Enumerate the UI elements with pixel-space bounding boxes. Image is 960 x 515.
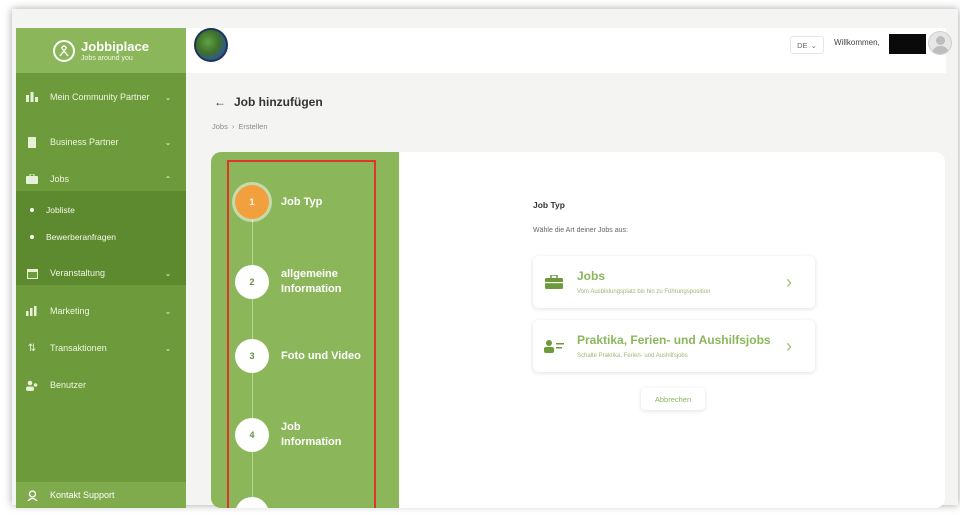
job-wizard-card: 1 Job Typ 2 allgemeine Information 3 Fot… — [211, 152, 945, 508]
community-icon — [26, 92, 38, 103]
logo[interactable]: Jobbiplace Jobs around you — [16, 28, 186, 73]
brand-subtitle: Jobs around you — [81, 54, 133, 62]
chevron-down-icon: ⌄ — [810, 40, 817, 50]
cancel-button[interactable]: Abbrechen — [641, 388, 705, 410]
sidebar-subitem-label: Bewerberanfragen — [46, 232, 116, 242]
sidebar-item-label: Veranstaltung — [50, 268, 106, 278]
bullet-icon — [30, 235, 34, 239]
brand-title: Jobbiplace — [81, 38, 149, 54]
contact-support-label: Kontakt Support — [50, 490, 115, 500]
sidebar-item-transaktionen[interactable]: ⇅ Transaktionen ⌄ — [16, 342, 186, 354]
content-title: Job Typ — [533, 200, 565, 210]
welcome-text: Willkommen, — [834, 38, 880, 47]
sidebar-item-label: Business Partner — [50, 137, 119, 147]
breadcrumb-item[interactable]: Jobs — [212, 122, 228, 131]
sidebar-item-benutzer[interactable]: Benutzer — [16, 379, 186, 391]
organisation-avatar[interactable] — [194, 28, 228, 62]
language-value: DE — [797, 40, 808, 50]
chart-icon — [26, 306, 38, 317]
sidebar-item-marketing[interactable]: Marketing ⌄ — [16, 305, 186, 317]
sidebar-subitem-jobliste[interactable]: Jobliste — [30, 205, 75, 215]
option-praktika-ferien-aushilfsjobs[interactable]: Praktika, Ferien- und Aushilfsjobs Schal… — [533, 320, 815, 372]
option-description: Vom Ausbildungsplatz bis hin zu Führungs… — [577, 289, 711, 295]
breadcrumb-item: Erstellen — [238, 122, 268, 131]
chevron-up-icon: ⌃ — [164, 174, 172, 184]
sidebar-subitem-label: Jobliste — [46, 205, 75, 215]
users-icon — [26, 380, 38, 391]
transfer-icon: ⇅ — [27, 342, 37, 354]
sidebar-item-label: Mein Community Partner — [50, 92, 150, 102]
sidebar-subitem-bewerberanfragen[interactable]: Bewerberanfragen — [30, 232, 116, 242]
sidebar-item-community-partner[interactable]: Mein Community Partner ⌄ — [16, 91, 186, 103]
support-icon — [26, 489, 38, 501]
chevron-down-icon: ⌄ — [164, 268, 172, 278]
option-title: Praktika, Ferien- und Aushilfsjobs — [577, 333, 771, 347]
option-description: Schalte Praktika, Ferien- und Aushilfsjo… — [577, 353, 688, 359]
redacted-username — [889, 34, 926, 54]
stepper-highlight-box — [227, 160, 376, 508]
content-subtitle: Wähle die Art deiner Jobs aus: — [533, 227, 628, 234]
person-card-icon — [543, 337, 565, 355]
sidebar-item-label: Benutzer — [50, 380, 87, 390]
language-select[interactable]: DE ⌄ — [790, 36, 824, 54]
sidebar-item-label: Transaktionen — [50, 343, 107, 353]
option-title: Jobs — [577, 269, 606, 283]
breadcrumb: Jobs › Erstellen — [212, 122, 268, 131]
briefcase-icon — [26, 174, 38, 185]
top-header: DE ⌄ Willkommen, — [186, 28, 952, 73]
back-arrow-icon[interactable]: ← — [214, 95, 226, 109]
option-jobs[interactable]: Jobs Vom Ausbildungsplatz bis hin zu Füh… — [533, 256, 815, 308]
page-title-text: Job hinzufügen — [234, 95, 323, 109]
contact-support-button[interactable]: Kontakt Support — [16, 482, 186, 508]
sidebar: Jobbiplace Jobs around you Mein Communit… — [16, 28, 186, 508]
building-icon — [26, 136, 38, 148]
chevron-down-icon: ⌄ — [164, 306, 172, 316]
page-title: ← Job hinzufügen — [214, 95, 323, 109]
wizard-stepper: 1 Job Typ 2 allgemeine Information 3 Fot… — [211, 152, 399, 508]
sidebar-item-label: Marketing — [50, 306, 90, 316]
jobbiplace-logo-icon — [53, 39, 76, 62]
sidebar-item-veranstaltung[interactable]: Veranstaltung ⌄ — [16, 267, 186, 279]
chevron-down-icon: ⌄ — [164, 137, 172, 147]
sidebar-item-jobs[interactable]: Jobs ⌃ — [16, 173, 186, 185]
sidebar-item-business-partner[interactable]: Business Partner ⌄ — [16, 136, 186, 148]
calendar-icon — [26, 268, 38, 279]
chevron-right-icon: › — [786, 335, 792, 356]
bullet-icon — [30, 208, 34, 212]
chevron-down-icon: ⌄ — [164, 343, 172, 353]
chevron-down-icon: ⌄ — [164, 92, 172, 102]
chevron-right-icon: › — [786, 271, 792, 292]
sidebar-item-label: Jobs — [50, 174, 70, 184]
user-avatar[interactable] — [928, 31, 952, 55]
briefcase-icon — [543, 273, 565, 291]
breadcrumb-separator-icon: › — [231, 122, 235, 131]
